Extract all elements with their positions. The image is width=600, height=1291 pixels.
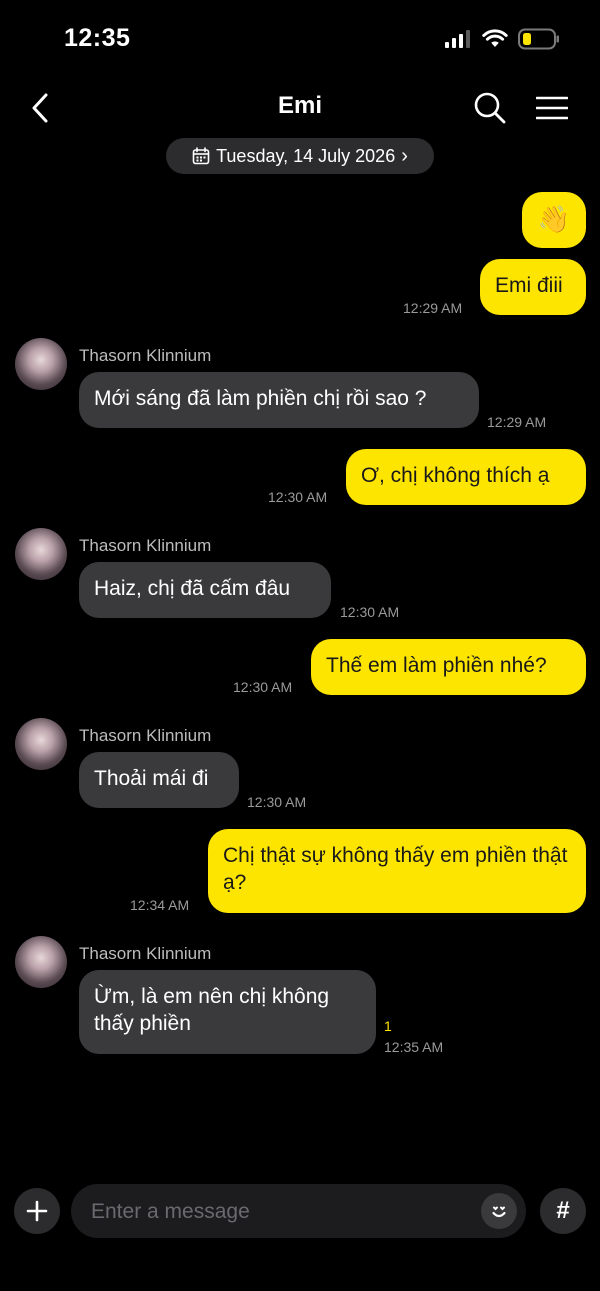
outgoing-message[interactable]: Ơ, chị không thích ạ bbox=[346, 449, 586, 505]
message-text: Haiz, chị đã cấm đâu bbox=[94, 577, 291, 600]
search-button[interactable] bbox=[468, 86, 512, 130]
calendar-icon bbox=[192, 147, 210, 165]
message-text: Emi điii bbox=[495, 274, 563, 297]
message-text: 👋 bbox=[537, 204, 571, 234]
message-input-wrapper bbox=[71, 1184, 526, 1240]
emoji-icon bbox=[492, 1206, 506, 1218]
message-time: 12:29 AM bbox=[487, 414, 547, 430]
message-time: 12:30 AM bbox=[340, 604, 400, 620]
message-text: Thoải mái đi bbox=[94, 767, 209, 790]
chat-header: Emi bbox=[0, 80, 600, 140]
date-chip[interactable]: Tuesday, 14 July 2026 › bbox=[166, 138, 434, 174]
search-icon bbox=[474, 92, 506, 124]
message-time: 12:35 AM bbox=[384, 1039, 444, 1055]
message-time: 12:30 AM bbox=[233, 679, 293, 695]
sender-name: Thasorn Klinnium bbox=[79, 536, 212, 555]
message-text: Ừm, là em nên chị không thấy phiền bbox=[94, 985, 330, 1035]
status-bar: 12:35 bbox=[0, 0, 600, 80]
plus-icon bbox=[26, 1200, 48, 1222]
avatar[interactable] bbox=[15, 718, 67, 770]
incoming-message[interactable]: Thoải mái đi bbox=[79, 752, 239, 808]
incoming-message[interactable]: Ừm, là em nên chị không thấy phiền bbox=[79, 970, 376, 1054]
outgoing-message[interactable]: Emi điii bbox=[480, 259, 586, 315]
chevron-right-icon: › bbox=[401, 144, 408, 167]
unread-count: 1 bbox=[384, 1018, 392, 1034]
wifi-icon bbox=[482, 29, 508, 47]
hash-icon: # bbox=[556, 1197, 570, 1224]
attach-button[interactable] bbox=[14, 1188, 60, 1234]
message-text: Mới sáng đã làm phiền chị rồi sao ? bbox=[94, 387, 427, 410]
message-text: Chị thật sự không thấy em phiền thật ạ? bbox=[223, 844, 568, 894]
outgoing-message[interactable]: 👋 bbox=[522, 192, 586, 248]
sender-name: Thasorn Klinnium bbox=[79, 944, 212, 963]
avatar[interactable] bbox=[15, 528, 67, 580]
status-icons bbox=[444, 28, 560, 50]
message-text: Thế em làm phiền nhé? bbox=[326, 654, 547, 677]
message-text: Ơ, chị không thích ạ bbox=[361, 464, 550, 487]
hash-button[interactable]: # bbox=[540, 1188, 586, 1234]
sender-name: Thasorn Klinnium bbox=[79, 726, 212, 745]
status-time: 12:35 bbox=[64, 24, 131, 52]
emoji-button[interactable] bbox=[481, 1193, 517, 1229]
incoming-message[interactable]: Haiz, chị đã cấm đâu bbox=[79, 562, 331, 618]
message-time: 12:30 AM bbox=[247, 794, 307, 810]
menu-button[interactable] bbox=[530, 86, 574, 130]
sender-name: Thasorn Klinnium bbox=[79, 346, 212, 365]
outgoing-message[interactable]: Thế em làm phiền nhé? bbox=[311, 639, 586, 695]
message-time: 12:29 AM bbox=[403, 300, 463, 316]
message-time: 12:34 AM bbox=[130, 897, 190, 913]
outgoing-message[interactable]: Chị thật sự không thấy em phiền thật ạ? bbox=[208, 829, 586, 913]
message-composer: # bbox=[0, 1180, 600, 1244]
menu-icon bbox=[536, 96, 568, 120]
cellular-signal-icon bbox=[445, 30, 470, 48]
avatar[interactable] bbox=[15, 936, 67, 988]
date-chip-text: Tuesday, 14 July 2026 bbox=[216, 145, 396, 166]
message-time: 12:30 AM bbox=[268, 489, 328, 505]
avatar[interactable] bbox=[15, 338, 67, 390]
battery-low-icon bbox=[518, 28, 559, 50]
incoming-message[interactable]: Mới sáng đã làm phiền chị rồi sao ? bbox=[79, 372, 479, 428]
message-input[interactable] bbox=[89, 1184, 473, 1240]
